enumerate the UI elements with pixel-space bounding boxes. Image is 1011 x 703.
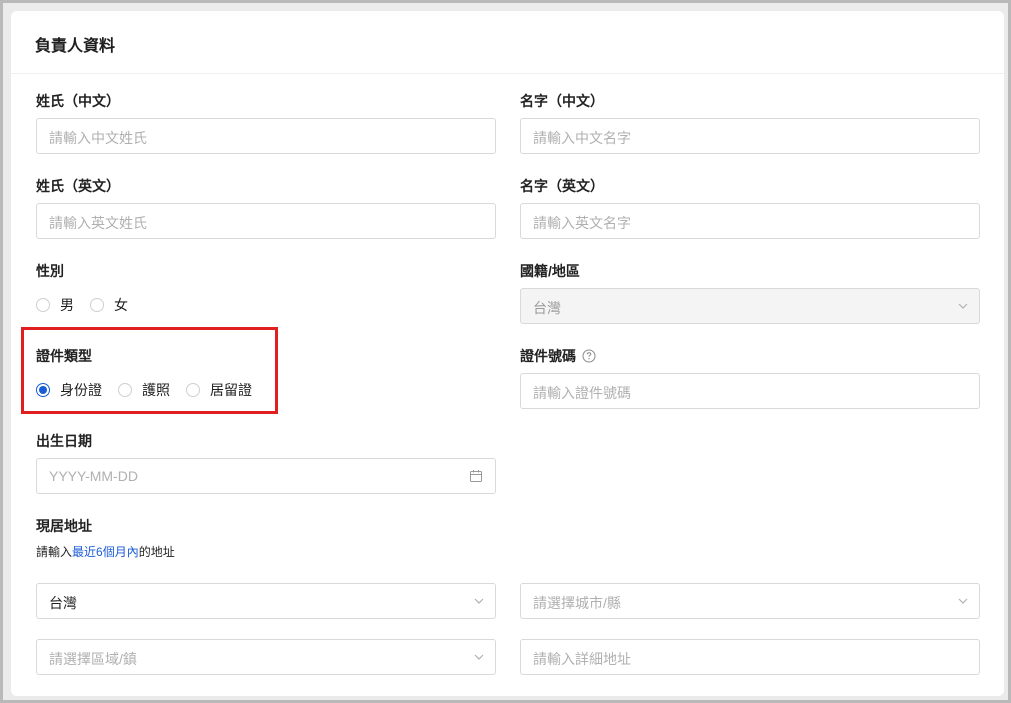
- first-name-zh-label: 名字（中文）: [520, 93, 604, 109]
- radio-circle[interactable]: [90, 298, 104, 312]
- address-city-select[interactable]: 請選擇城市/縣: [520, 583, 980, 619]
- id-number-placeholder: 請輸入證件號碼: [533, 385, 631, 401]
- gender-option-label: 男: [60, 297, 74, 313]
- nationality-value: 台灣: [533, 300, 561, 316]
- address-country-value: 台灣: [49, 595, 77, 611]
- nationality-select[interactable]: 台灣: [520, 288, 980, 324]
- address-hint-prefix: 請輸入: [36, 545, 73, 559]
- address-city-placeholder: 請選擇城市/縣: [533, 595, 621, 611]
- calendar-icon[interactable]: [469, 469, 483, 483]
- id-type-option-residence-permit[interactable]: 居留證: [186, 380, 252, 400]
- nationality-label: 國籍/地區: [520, 263, 580, 279]
- birth-date-label: 出生日期: [36, 433, 92, 449]
- gender-option-male[interactable]: 男: [36, 295, 74, 315]
- id-number-label: 證件號碼: [520, 348, 576, 364]
- gender-label: 性別: [36, 263, 64, 279]
- id-type-radio-group: 身份證 護照 居留證: [36, 380, 268, 400]
- question-circle-icon[interactable]: [582, 349, 596, 363]
- first-name-zh-input[interactable]: 請輸入中文名字: [520, 118, 980, 154]
- address-detail-input[interactable]: 請輸入詳細地址: [520, 639, 980, 675]
- radio-circle[interactable]: [186, 383, 200, 397]
- highlight-box: [21, 327, 278, 414]
- screenshot-frame: 負責人資料 姓氏（中文） 請輸入中文姓氏 名字（中文） 請輸入中文名字 姓氏（英…: [0, 0, 1011, 703]
- last-name-en-placeholder: 請輸入英文姓氏: [49, 215, 147, 231]
- gender-radio-group: 男 女: [36, 295, 144, 315]
- address-detail-placeholder: 請輸入詳細地址: [533, 651, 631, 667]
- id-type-option-id-card[interactable]: 身份證: [36, 380, 102, 400]
- radio-circle[interactable]: [118, 383, 132, 397]
- address-district-placeholder: 請選擇區域/鎮: [49, 651, 137, 667]
- address-hint-link: 最近6個月內: [72, 545, 139, 559]
- address-hint: 請輸入最近6個月內的地址: [36, 543, 175, 560]
- first-name-en-input[interactable]: 請輸入英文名字: [520, 203, 980, 239]
- chevron-down-icon: [474, 654, 484, 660]
- chevron-down-icon: [958, 598, 968, 604]
- address-country-select[interactable]: 台灣: [36, 583, 496, 619]
- gender-option-label: 女: [114, 297, 128, 313]
- chevron-down-icon: [474, 598, 484, 604]
- id-type-option-label: 身份證: [60, 382, 102, 398]
- section-title: 負責人資料: [35, 38, 116, 55]
- last-name-zh-placeholder: 請輸入中文姓氏: [49, 130, 147, 146]
- birth-date-input[interactable]: YYYY-MM-DD: [36, 458, 496, 494]
- address-district-select[interactable]: 請選擇區域/鎮: [36, 639, 496, 675]
- chevron-down-icon: [958, 303, 968, 309]
- id-type-label: 證件類型: [36, 348, 92, 364]
- last-name-en-label: 姓氏（英文）: [36, 178, 120, 194]
- address-label: 現居地址: [36, 518, 92, 534]
- first-name-en-placeholder: 請輸入英文名字: [533, 215, 631, 231]
- gender-option-female[interactable]: 女: [90, 295, 128, 315]
- first-name-en-label: 名字（英文）: [520, 178, 604, 194]
- id-number-input[interactable]: 請輸入證件號碼: [520, 373, 980, 409]
- id-type-option-passport[interactable]: 護照: [118, 380, 170, 400]
- address-hint-suffix: 的地址: [138, 545, 175, 559]
- card-header: 負責人資料: [11, 11, 1004, 74]
- id-type-option-label: 護照: [142, 382, 170, 398]
- radio-circle[interactable]: [36, 383, 50, 397]
- birth-date-placeholder: YYYY-MM-DD: [49, 468, 138, 484]
- first-name-zh-placeholder: 請輸入中文名字: [533, 130, 631, 146]
- id-type-option-label: 居留證: [210, 382, 252, 398]
- radio-circle[interactable]: [36, 298, 50, 312]
- last-name-zh-label: 姓氏（中文）: [36, 93, 120, 109]
- last-name-zh-input[interactable]: 請輸入中文姓氏: [36, 118, 496, 154]
- last-name-en-input[interactable]: 請輸入英文姓氏: [36, 203, 496, 239]
